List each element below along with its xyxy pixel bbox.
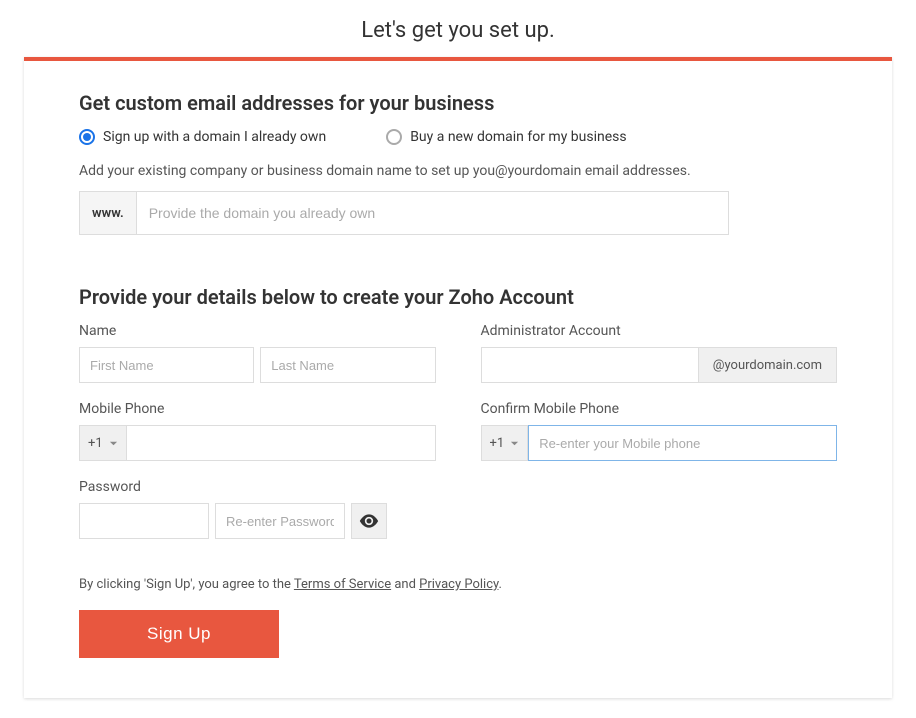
radio-own-domain[interactable]: Sign up with a domain I already own: [79, 129, 326, 145]
mobile-input[interactable]: [127, 425, 436, 461]
confirm-dial-code-select[interactable]: +1: [481, 425, 529, 461]
eye-icon: [359, 514, 379, 528]
account-section-heading: Provide your details below to create you…: [79, 285, 837, 309]
privacy-policy-link[interactable]: Privacy Policy: [419, 577, 498, 592]
toggle-password-visibility-button[interactable]: [351, 503, 387, 539]
chevron-down-icon: [109, 439, 118, 448]
password-field-group: Password: [79, 479, 436, 539]
confirm-mobile-input[interactable]: [528, 425, 837, 461]
domain-input[interactable]: [137, 192, 728, 234]
form-col-left: Name Mobile Phone +1: [79, 323, 436, 557]
domain-option-group: Sign up with a domain I already own Buy …: [79, 129, 837, 145]
radio-own-domain-label: Sign up with a domain I already own: [103, 129, 326, 145]
password-label: Password: [79, 479, 436, 495]
admin-domain-suffix: @yourdomain.com: [699, 347, 837, 383]
terms-mid: and: [391, 577, 419, 592]
confirm-mobile-field-group: Confirm Mobile Phone +1: [481, 401, 838, 461]
confirm-mobile-label: Confirm Mobile Phone: [481, 401, 838, 417]
dial-code-select[interactable]: +1: [79, 425, 127, 461]
chevron-down-icon: [510, 439, 519, 448]
terms-suffix: .: [499, 577, 502, 592]
form-col-right: Administrator Account @yourdomain.com Co…: [481, 323, 838, 557]
signup-card: Get custom email addresses for your busi…: [24, 57, 892, 698]
form-grid: Name Mobile Phone +1: [79, 323, 837, 557]
account-details-section: Provide your details below to create you…: [79, 285, 837, 658]
domain-field: www.: [79, 191, 729, 235]
radio-selected-icon: [79, 129, 95, 145]
first-name-input[interactable]: [79, 347, 254, 383]
domain-help-text: Add your existing company or business do…: [79, 163, 837, 179]
terms-prefix: By clicking 'Sign Up', you agree to the: [79, 577, 294, 592]
terms-of-service-link[interactable]: Terms of Service: [294, 577, 391, 592]
www-prefix: www.: [80, 192, 137, 234]
mobile-field-group: Mobile Phone +1: [79, 401, 436, 461]
reenter-password-input[interactable]: [215, 503, 345, 539]
name-field-group: Name: [79, 323, 436, 383]
admin-label: Administrator Account: [481, 323, 838, 339]
admin-field-group: Administrator Account @yourdomain.com: [481, 323, 838, 383]
radio-unselected-icon: [386, 129, 402, 145]
confirm-dial-code-value: +1: [490, 436, 505, 451]
last-name-input[interactable]: [260, 347, 435, 383]
domain-section-heading: Get custom email addresses for your busi…: [79, 91, 837, 115]
dial-code-value: +1: [88, 436, 103, 451]
password-input[interactable]: [79, 503, 209, 539]
signup-button[interactable]: Sign Up: [79, 610, 279, 658]
terms-text: By clicking 'Sign Up', you agree to the …: [79, 577, 837, 592]
name-label: Name: [79, 323, 436, 339]
page-title: Let's get you set up.: [0, 18, 916, 43]
admin-account-input[interactable]: [481, 347, 699, 383]
mobile-label: Mobile Phone: [79, 401, 436, 417]
radio-buy-domain-label: Buy a new domain for my business: [410, 129, 626, 145]
radio-buy-domain[interactable]: Buy a new domain for my business: [386, 129, 626, 145]
